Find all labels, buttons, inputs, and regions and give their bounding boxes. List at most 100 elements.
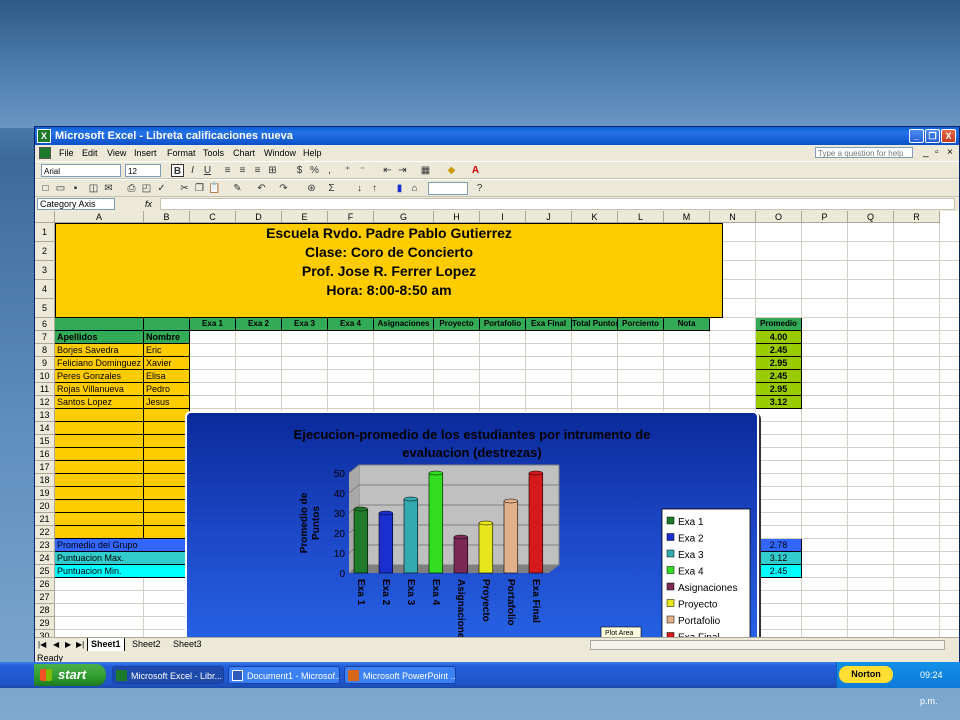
align-center-icon[interactable]: ≡ <box>236 164 249 177</box>
row-header-26[interactable]: 26 <box>35 578 55 591</box>
student-apellido-cell[interactable] <box>55 526 144 539</box>
row-header-3[interactable]: 3 <box>35 261 55 280</box>
row-header-20[interactable]: 20 <box>35 500 55 513</box>
decrease-indent-icon[interactable]: ⇤ <box>381 164 394 177</box>
start-button[interactable]: start <box>34 664 106 686</box>
row-header-23[interactable]: 23 <box>35 539 55 552</box>
student-promedio-cell[interactable]: 2.95 <box>756 383 802 396</box>
nombre-header[interactable]: Nombre <box>144 331 190 344</box>
increase-decimal-icon[interactable]: ⁺ <box>341 164 354 177</box>
drawing-icon[interactable]: ⌂ <box>408 182 421 195</box>
row-header-2[interactable]: 2 <box>35 242 55 261</box>
comma-button[interactable]: , <box>323 164 336 177</box>
summary-label-cell[interactable]: Puntuacion Min. <box>55 565 190 578</box>
copy-icon[interactable]: ❐ <box>193 182 206 195</box>
column-header-c[interactable]: C <box>190 211 236 223</box>
print-preview-icon[interactable]: ◰ <box>140 182 153 195</box>
student-apellido-cell[interactable] <box>55 487 144 500</box>
menu-window[interactable]: Window <box>264 145 296 161</box>
insert-function-icon[interactable]: fx <box>145 197 152 211</box>
column-header-m[interactable]: M <box>664 211 710 223</box>
student-nombre-cell[interactable] <box>144 435 190 448</box>
borders-icon[interactable]: ▦ <box>419 164 432 177</box>
italic-button[interactable]: I <box>186 164 199 177</box>
formula-input[interactable] <box>160 198 955 210</box>
font-size-combo[interactable]: 12 <box>125 164 161 177</box>
student-nombre-cell[interactable] <box>144 448 190 461</box>
student-apellido-cell[interactable] <box>55 500 144 513</box>
column-header-b[interactable]: B <box>144 211 190 223</box>
row-header-7[interactable]: 7 <box>35 331 55 344</box>
column-header-f[interactable]: F <box>328 211 374 223</box>
row-header-1[interactable]: 1 <box>35 223 55 242</box>
email-icon[interactable]: ✉ <box>102 182 115 195</box>
tab-sheet2[interactable]: Sheet2 <box>129 638 164 651</box>
excel-app-icon[interactable]: X <box>37 129 51 143</box>
row-header-22[interactable]: 22 <box>35 526 55 539</box>
student-apellido-cell[interactable]: Santos Lopez <box>55 396 144 409</box>
student-promedio-cell[interactable]: 3.12 <box>756 396 802 409</box>
hyperlink-icon[interactable]: ⊛ <box>305 182 318 195</box>
student-nombre-cell[interactable] <box>144 474 190 487</box>
menu-edit[interactable]: Edit <box>82 145 98 161</box>
col-header-cell[interactable]: Exa Final <box>526 318 572 331</box>
worksheet-grid[interactable]: ABCDEFGHIJKLMNOPQR 1 2 3 4 5 6 7 8 9 10 11 12 13 14 15… <box>35 211 959 637</box>
header-cell-b6[interactable] <box>144 318 190 331</box>
next-sheet-icon[interactable]: ▶ <box>65 638 71 651</box>
col-header-cell[interactable]: Portafolio <box>480 318 526 331</box>
font-color-icon[interactable]: A <box>469 164 482 177</box>
student-nombre-cell[interactable] <box>144 422 190 435</box>
bold-button[interactable]: B <box>171 164 184 177</box>
student-nombre-cell[interactable] <box>144 500 190 513</box>
menu-view[interactable]: View <box>107 145 126 161</box>
menu-help[interactable]: Help <box>303 145 322 161</box>
task-powerpoint[interactable]: Microsoft PowerPoint ... <box>344 666 456 684</box>
student-apellido-cell[interactable] <box>55 448 144 461</box>
row-header-4[interactable]: 4 <box>35 280 55 299</box>
decrease-decimal-icon[interactable]: ⁻ <box>356 164 369 177</box>
summary-value-cell[interactable]: 2.45 <box>756 565 802 578</box>
title-bar[interactable]: X Microsoft Excel - Libreta calificacion… <box>35 127 959 145</box>
row-header-13[interactable]: 13 <box>35 409 55 422</box>
column-header-a[interactable]: A <box>55 211 144 223</box>
doc-close-button[interactable]: × <box>947 145 953 161</box>
task-word[interactable]: Document1 - Microsof... <box>228 666 340 684</box>
student-apellido-cell[interactable] <box>55 474 144 487</box>
student-promedio-cell[interactable]: 4.00 <box>756 331 802 344</box>
student-apellido-cell[interactable]: Feliciano Dominguez <box>55 357 144 370</box>
chart-wizard-icon[interactable]: ▮ <box>393 182 406 195</box>
student-nombre-cell[interactable]: Eric <box>144 344 190 357</box>
row-header-6[interactable]: 6 <box>35 318 55 331</box>
sort-desc-icon[interactable]: ↑ <box>368 182 381 195</box>
col-header-cell[interactable]: Exa 2 <box>236 318 282 331</box>
row-header-11[interactable]: 11 <box>35 383 55 396</box>
minimize-button[interactable]: _ <box>909 129 924 143</box>
summary-value-cell[interactable]: 3.12 <box>756 552 802 565</box>
apellidos-header[interactable]: Apellidos <box>55 331 144 344</box>
student-nombre-cell[interactable] <box>144 487 190 500</box>
zoom-combo[interactable] <box>428 182 468 195</box>
paste-icon[interactable]: 📋 <box>208 182 221 195</box>
row-header-29[interactable]: 29 <box>35 617 55 630</box>
row-header-10[interactable]: 10 <box>35 370 55 383</box>
student-apellido-cell[interactable] <box>55 461 144 474</box>
menu-chart[interactable]: Chart <box>233 145 255 161</box>
student-promedio-cell[interactable]: 2.95 <box>756 357 802 370</box>
student-apellido-cell[interactable] <box>55 435 144 448</box>
student-apellido-cell[interactable]: Rojas Villanueva <box>55 383 144 396</box>
row-header-24[interactable]: 24 <box>35 552 55 565</box>
row-header-16[interactable]: 16 <box>35 448 55 461</box>
menu-file[interactable]: File <box>59 145 74 161</box>
sort-asc-icon[interactable]: ↓ <box>353 182 366 195</box>
new-icon[interactable]: □ <box>39 182 52 195</box>
row-header-25[interactable]: 25 <box>35 565 55 578</box>
column-header-l[interactable]: L <box>618 211 664 223</box>
column-header-i[interactable]: I <box>480 211 526 223</box>
student-nombre-cell[interactable]: Jesus <box>144 396 190 409</box>
print-icon[interactable]: ⎙ <box>125 182 138 195</box>
embedded-chart[interactable]: Ejecucion-promedio de los estudiantes po… <box>185 411 759 637</box>
horizontal-scrollbar[interactable] <box>590 640 945 650</box>
maximize-button[interactable]: ❐ <box>925 129 940 143</box>
merge-center-icon[interactable]: ⊞ <box>266 164 279 177</box>
fill-color-icon[interactable]: ◆ <box>445 164 458 177</box>
